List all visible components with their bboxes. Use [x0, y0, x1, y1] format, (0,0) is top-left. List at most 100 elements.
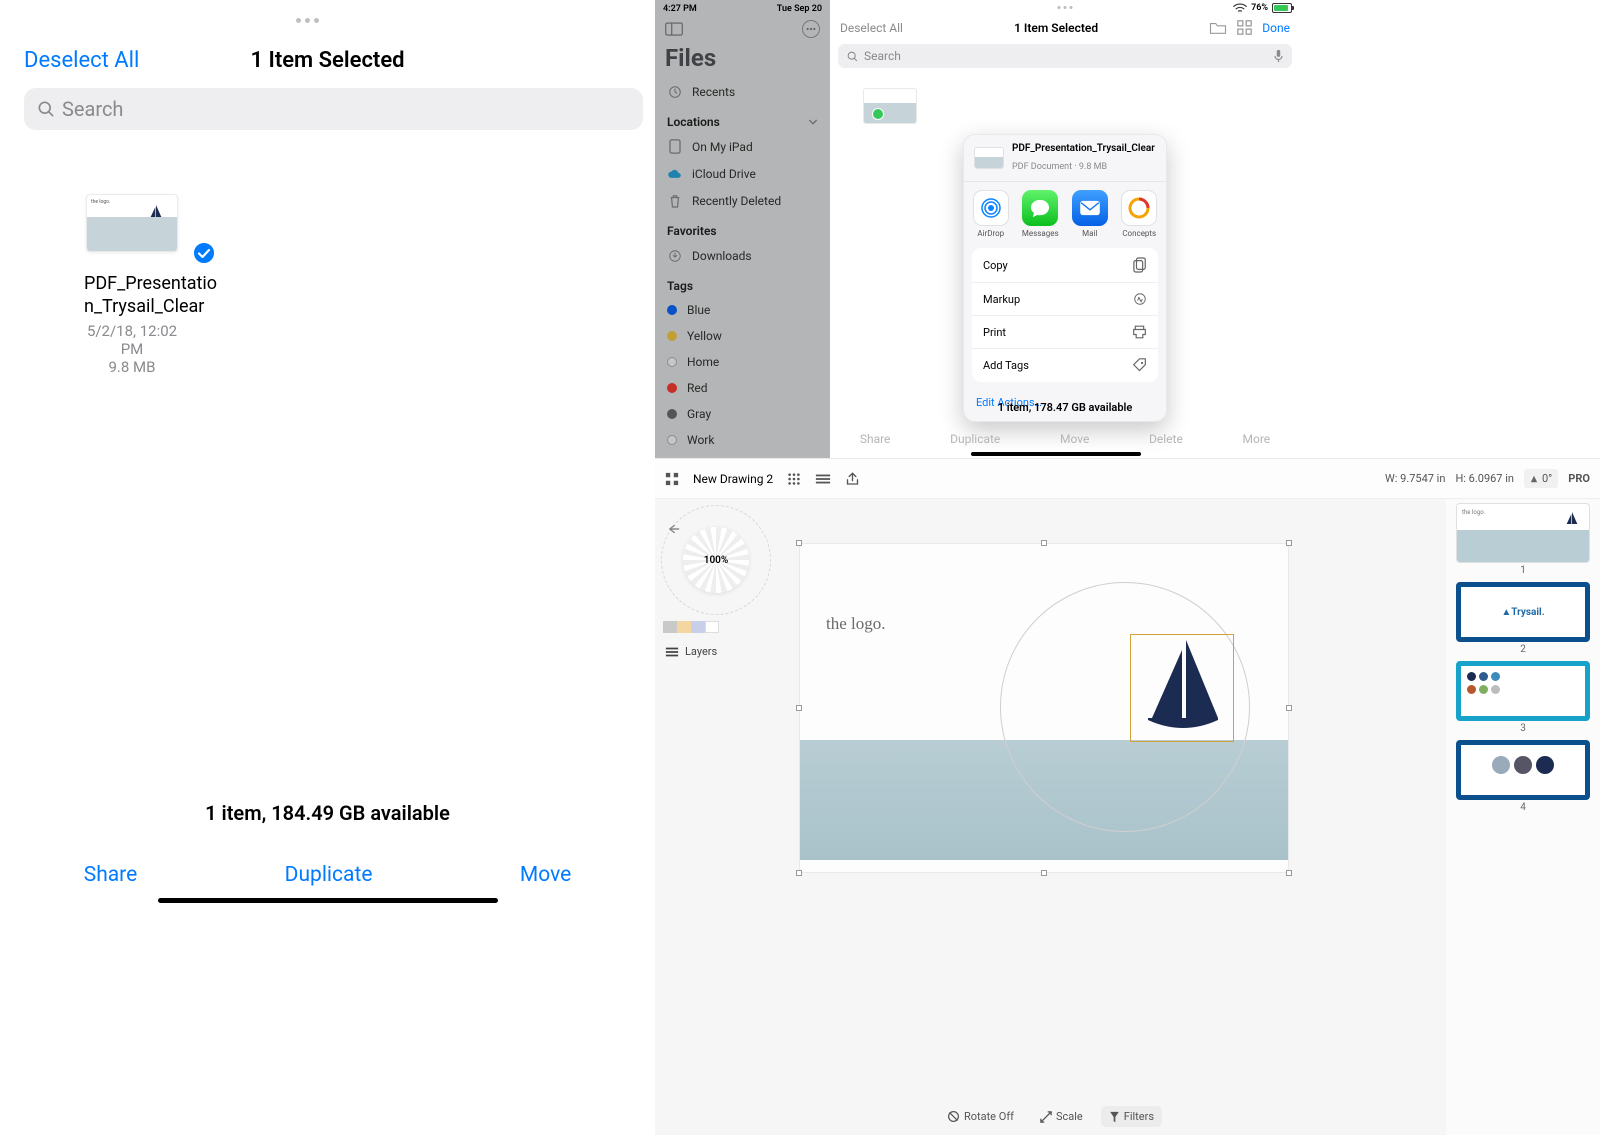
bottom-toolbar: Share Duplicate Move: [0, 863, 655, 887]
handle-s[interactable]: [1041, 870, 1047, 876]
toolbar-move-button[interactable]: Move: [1060, 432, 1089, 446]
handle-n[interactable]: [1041, 540, 1047, 546]
action-markup[interactable]: Markup: [972, 283, 1158, 316]
pro-badge[interactable]: PRO: [1568, 472, 1590, 485]
share-app-messages[interactable]: Messages: [1018, 190, 1064, 238]
deselect-all-button[interactable]: Deselect All: [24, 48, 139, 73]
tag-dot-icon: [667, 435, 677, 445]
search-field[interactable]: Search: [838, 44, 1292, 68]
new-folder-icon[interactable]: [1209, 21, 1227, 35]
angle-selector[interactable]: 0°: [1524, 469, 1558, 488]
dim-height: H: 6.0967 in: [1455, 472, 1514, 485]
tool-wheel[interactable]: 100%: [661, 505, 771, 615]
gallery-icon[interactable]: [665, 472, 679, 486]
multitask-dots-icon[interactable]: [296, 18, 319, 23]
search-field[interactable]: Search: [24, 88, 643, 130]
share-app-airdrop[interactable]: AirDrop: [968, 190, 1014, 238]
sidebar-section-tags[interactable]: Tags: [655, 269, 830, 297]
home-indicator[interactable]: [971, 452, 1141, 456]
action-print[interactable]: Print: [972, 316, 1158, 349]
sidebar-tag-blue[interactable]: Blue: [655, 297, 830, 323]
file-item[interactable]: the logo. PDF_Presentatio n_Trysail_Clea…: [84, 194, 180, 376]
mic-icon[interactable]: [1273, 49, 1284, 63]
filter-icon: [1109, 1111, 1120, 1123]
sidebar-toggle-icon[interactable]: [665, 22, 683, 36]
swatch[interactable]: [705, 621, 719, 633]
sidebar-item-recents[interactable]: Recents: [655, 78, 830, 105]
multitask-dots-icon[interactable]: [1058, 6, 1073, 9]
file-item[interactable]: [860, 88, 920, 124]
color-swatches[interactable]: [663, 621, 719, 633]
rotate-toggle[interactable]: Rotate Off: [939, 1106, 1022, 1127]
search-placeholder: Search: [62, 97, 123, 121]
sidebar-item-downloads[interactable]: Downloads: [655, 242, 830, 269]
done-button[interactable]: Done: [1262, 21, 1290, 35]
toolbar-delete-button[interactable]: Delete: [1149, 432, 1183, 446]
canvas[interactable]: 100% Layers the logo.: [655, 499, 1446, 1135]
slide-thumb[interactable]: ▲Trysail.2: [1456, 582, 1590, 655]
selected-checkmark-icon: [872, 108, 884, 120]
tag-icon: [1132, 358, 1147, 373]
file-size: 9.8 MB: [84, 358, 180, 376]
section-label: Tags: [667, 279, 693, 293]
tag-dot-icon: [667, 383, 677, 393]
sidebar-item-icloud[interactable]: iCloud Drive: [655, 160, 830, 187]
sidebar-item-label: On My iPad: [692, 140, 753, 154]
sheet-filename: PDF_Presentation_Trysail_Clear: [1012, 143, 1155, 154]
swatch[interactable]: [663, 621, 677, 633]
mail-icon: [1079, 200, 1101, 216]
toolbar-more-button[interactable]: More: [1243, 432, 1271, 446]
sidebar-tag-red[interactable]: Red: [655, 375, 830, 401]
more-options-icon[interactable]: [802, 20, 820, 38]
scale-toggle[interactable]: Scale: [1032, 1106, 1091, 1127]
undo-icon[interactable]: [669, 523, 683, 535]
tag-label: Yellow: [687, 329, 722, 343]
duplicate-button[interactable]: Duplicate: [285, 863, 373, 887]
slide-thumb[interactable]: 4: [1456, 740, 1590, 813]
list-icon[interactable]: [815, 473, 831, 485]
handle-nw[interactable]: [796, 540, 802, 546]
share-app-concepts[interactable]: Concepts: [1117, 190, 1163, 238]
sidebar-item-label: Recently Deleted: [692, 194, 781, 208]
action-addtags[interactable]: Add Tags: [972, 349, 1158, 382]
sidebar-section-favorites[interactable]: Favorites: [655, 214, 830, 242]
move-button[interactable]: Move: [520, 863, 571, 887]
share-app-mail[interactable]: Mail: [1067, 190, 1113, 238]
action-copy[interactable]: Copy: [972, 248, 1158, 283]
handle-ne[interactable]: [1286, 540, 1292, 546]
view-grid-icon[interactable]: [1237, 20, 1252, 35]
share-icon[interactable]: [845, 472, 860, 486]
slide-thumb[interactable]: 3: [1456, 661, 1590, 734]
grid-dots-icon[interactable]: [787, 472, 801, 486]
drawing-name[interactable]: New Drawing 2: [693, 472, 773, 486]
toolbar-share-button[interactable]: Share: [860, 432, 891, 446]
home-indicator[interactable]: [158, 898, 498, 903]
slide-thumb[interactable]: the logo.1: [1456, 503, 1590, 576]
handle-se[interactable]: [1286, 870, 1292, 876]
handle-e[interactable]: [1286, 705, 1292, 711]
sidebar-section-locations[interactable]: Locations: [655, 105, 830, 133]
deselect-all-button[interactable]: Deselect All: [840, 21, 903, 35]
sidebar-tag-home[interactable]: Home: [655, 349, 830, 375]
sidebar-tag-gray[interactable]: Gray: [655, 401, 830, 427]
handle-w[interactable]: [796, 705, 802, 711]
sidebar-item-onmyipad[interactable]: On My iPad: [655, 133, 830, 160]
action-label: Print: [983, 326, 1006, 339]
sidebar-item-label: Downloads: [692, 249, 752, 263]
sidebar-tag-yellow[interactable]: Yellow: [655, 323, 830, 349]
section-label: Favorites: [667, 224, 717, 238]
filters-toggle[interactable]: Filters: [1101, 1106, 1162, 1127]
layers-button[interactable]: Layers: [665, 645, 717, 658]
cloud-icon: [667, 166, 682, 181]
toolbar-duplicate-button[interactable]: Duplicate: [950, 432, 1000, 446]
handle-sw[interactable]: [796, 870, 802, 876]
sidebar-tag-work[interactable]: Work: [655, 427, 830, 453]
share-button[interactable]: Share: [84, 863, 138, 887]
app-name: Mail: [1067, 229, 1113, 238]
artboard[interactable]: the logo.: [799, 543, 1289, 873]
sidebar-item-recentlydeleted[interactable]: Recently Deleted: [655, 187, 830, 214]
sailboat-shape[interactable]: [1148, 640, 1218, 730]
swatch[interactable]: [691, 621, 705, 633]
concepts-drawing-app: New Drawing 2 W: 9.7547 in H: 6.0967 in …: [655, 458, 1600, 1135]
swatch[interactable]: [677, 621, 691, 633]
